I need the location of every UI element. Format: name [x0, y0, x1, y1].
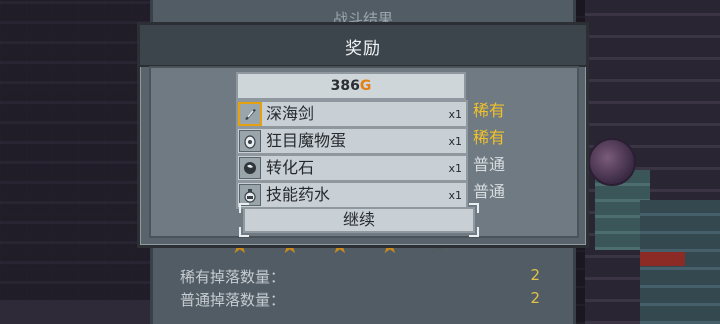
- stone-icon: [239, 157, 261, 179]
- background-red-object: [640, 252, 685, 266]
- egg-icon: [239, 130, 261, 152]
- gold-amount: 386: [330, 78, 360, 94]
- item-rarity: 普通: [473, 182, 506, 201]
- reward-item[interactable]: 狂目魔物蛋 x1: [236, 127, 468, 155]
- continue-label: 继续: [342, 210, 375, 229]
- gold-unit: G: [359, 78, 372, 94]
- normal-drop-count-row: 普通掉落数量： 2: [180, 289, 550, 310]
- reward-item[interactable]: 深海剑 x1: [236, 100, 468, 128]
- continue-button[interactable]: 继续: [239, 203, 479, 237]
- reward-item[interactable]: 技能药水 x1: [236, 181, 468, 209]
- selection-corner: [469, 203, 479, 213]
- rare-drop-count-value: 2: [530, 266, 540, 284]
- item-name: 狂目魔物蛋: [266, 131, 347, 150]
- item-name: 转化石: [266, 158, 315, 177]
- gold-reward: 386G: [236, 72, 466, 100]
- background-left-bricks: [0, 0, 150, 324]
- reward-list: 386G 深海剑 x1 稀有 狂目魔物蛋 x1 稀有 转化石 x1 普通 技能药…: [149, 66, 579, 238]
- item-rarity: 稀有: [473, 128, 506, 147]
- reward-item[interactable]: 转化石 x1: [236, 154, 468, 182]
- normal-drop-count-value: 2: [530, 289, 540, 307]
- item-name: 深海剑: [266, 104, 315, 123]
- item-qty: x1: [448, 135, 462, 148]
- rare-drop-count-label: 稀有掉落数量：: [180, 268, 286, 286]
- background-left-floor: [0, 300, 150, 324]
- normal-drop-count-label: 普通掉落数量：: [180, 291, 286, 309]
- sword-icon: [238, 102, 262, 126]
- item-qty: x1: [448, 162, 462, 175]
- item-rarity: 普通: [473, 155, 506, 174]
- rare-drop-count-row: 稀有掉落数量： 2: [180, 266, 550, 287]
- item-rarity: 稀有: [473, 101, 506, 120]
- item-name: 技能药水: [266, 185, 331, 204]
- reward-modal: 奖励 386G 深海剑 x1 稀有 狂目魔物蛋 x1 稀有 转化石 x1 普通: [137, 22, 589, 248]
- item-qty: x1: [448, 189, 462, 202]
- background-orb: [588, 138, 636, 186]
- selection-corner: [469, 227, 479, 237]
- modal-title: 奖励: [345, 39, 381, 59]
- selection-corner: [239, 203, 249, 213]
- modal-header: 奖励: [140, 25, 586, 67]
- selection-corner: [239, 227, 249, 237]
- item-qty: x1: [448, 108, 462, 121]
